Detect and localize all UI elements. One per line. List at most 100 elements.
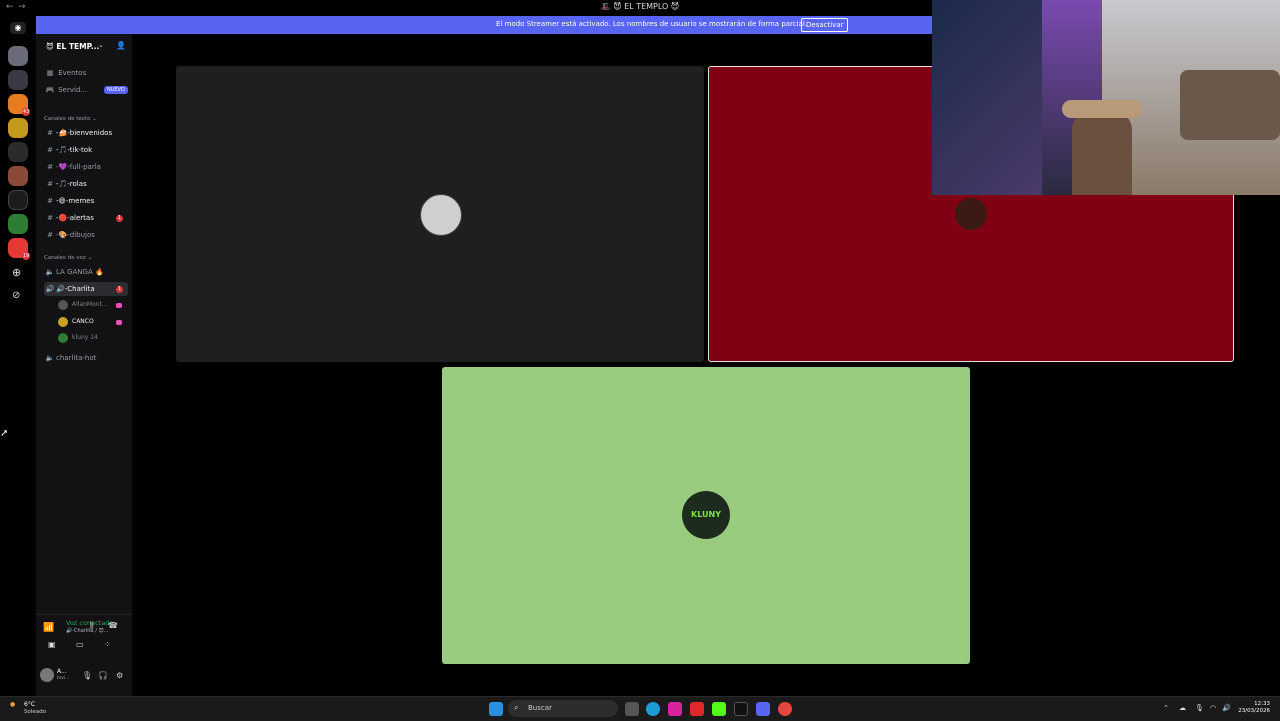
server-icon[interactable] xyxy=(8,214,28,234)
channel-alertas[interactable]: # -🔴-alertas xyxy=(44,211,94,225)
task-view-icon[interactable] xyxy=(625,702,639,716)
voice-user[interactable]: kluny 14 xyxy=(58,331,98,345)
hash-icon: # xyxy=(47,231,53,239)
avatar[interactable] xyxy=(40,668,54,682)
banner-message: El modo Streamer está activado. Los nomb… xyxy=(496,20,808,28)
noise-suppression-icon[interactable]: ⫼ xyxy=(90,621,94,631)
voice-user-name: AllanMont... xyxy=(72,301,108,308)
server-icon[interactable] xyxy=(8,142,28,162)
server-header[interactable]: 😈 EL TEMP... ⌄ 👤 xyxy=(36,34,132,60)
voice-channels-category[interactable]: Canales de voz ⌄ xyxy=(44,255,92,261)
gear-icon[interactable]: ⚙ xyxy=(116,671,123,680)
invite-user-icon[interactable]: 👤 xyxy=(116,41,126,50)
channel-full-parla[interactable]: # -💜-full-parla xyxy=(44,160,101,174)
server-list: ◉ 43 19 ⊕ ⊘ xyxy=(0,16,36,696)
voice-user-name: CANCO xyxy=(72,318,94,325)
discord-icon[interactable] xyxy=(756,702,770,716)
channel-label: -🍰-bienvenidos xyxy=(56,129,113,137)
youtube-icon[interactable] xyxy=(690,702,704,716)
user-status: Invi... xyxy=(57,676,70,681)
disconnect-icon[interactable]: ☎ xyxy=(108,621,118,630)
add-server-icon[interactable]: ⊕ xyxy=(12,266,21,279)
channel-label: charlita-hot xyxy=(56,354,97,362)
hash-icon: # xyxy=(47,163,53,171)
windows-start-icon[interactable] xyxy=(489,702,503,716)
channel-label: 🔊-Charlita xyxy=(56,285,95,293)
weather-widget[interactable]: ● 6°C Soleado xyxy=(10,701,46,715)
channel-dibujos[interactable]: # -🎨-dibujos xyxy=(44,228,95,242)
channel-label: -🎨-dibujos xyxy=(56,231,95,239)
chrome-icon[interactable] xyxy=(778,702,792,716)
live-indicator-icon xyxy=(116,303,122,308)
server-guide-item[interactable]: 🎮 Servid... NUEVO xyxy=(44,83,130,97)
taskbar-search[interactable]: ⌕ Buscar xyxy=(508,700,618,717)
headphones-icon[interactable]: 🎧 xyxy=(98,671,108,680)
events-item[interactable]: ▦ Eventos xyxy=(44,66,87,80)
clock[interactable]: 12:33 23/03/2026 xyxy=(1238,701,1270,715)
voice-status-panel: 📶 Voz conectada 🔊-Charlita / 😈... ⫼ ☎ ▣ … xyxy=(36,614,132,655)
chevron-up-icon[interactable]: ⌃ xyxy=(1163,704,1169,712)
voice-user-name: kluny 14 xyxy=(72,334,98,341)
mouse-cursor-icon: ➚ xyxy=(0,428,9,439)
channel-memes[interactable]: # -😄-memes xyxy=(44,194,94,208)
explore-icon[interactable]: ⊘ xyxy=(12,290,20,301)
channel-sidebar: 😈 EL TEMP... ⌄ 👤 ▦ Eventos 🎮 Servid... N… xyxy=(36,34,132,696)
volume-icon[interactable]: 🔊 xyxy=(1222,704,1231,712)
speaker-icon: 🔈 xyxy=(45,354,55,362)
taskbar: ● 6°C Soleado ⌕ Buscar ⌃ ☁ 🎙 ◠ 🔊 12:33 2… xyxy=(0,696,1280,721)
speaker-icon: 🔈 xyxy=(45,268,55,276)
clock-time: 12:33 xyxy=(1254,701,1270,707)
wifi-icon[interactable]: ◠ xyxy=(1210,704,1216,712)
channel-label: -😄-memes xyxy=(56,197,95,205)
weather-icon: ● xyxy=(10,701,16,708)
text-channels-category[interactable]: Canales de texto ⌄ xyxy=(44,116,97,122)
chevron-down-icon[interactable]: ⌄ xyxy=(98,41,104,49)
channel-bienvenidos[interactable]: # -🍰-bienvenidos xyxy=(44,126,112,140)
events-label: Eventos xyxy=(58,69,87,77)
deactivate-button[interactable]: Desactivar xyxy=(801,18,849,32)
avatar xyxy=(58,316,68,327)
screen-share-icon[interactable]: ▭ xyxy=(76,640,84,649)
server-icon[interactable]: 43 xyxy=(8,94,30,116)
server-icon[interactable] xyxy=(8,118,28,138)
voice-user[interactable]: CANCO xyxy=(58,315,94,329)
hash-icon: # xyxy=(47,197,53,205)
channel-rolas[interactable]: # -🎵-rolas xyxy=(44,177,87,191)
webcam-overlay xyxy=(932,0,1280,195)
server-icon[interactable] xyxy=(8,190,28,210)
channel-tik-tok[interactable]: # -🎵-tik-tok xyxy=(44,143,92,157)
video-tile[interactable] xyxy=(176,66,704,362)
server-icon[interactable] xyxy=(8,70,28,90)
voice-channel-la-ganga[interactable]: 🔈 LA GANGA 🔥 xyxy=(44,265,104,279)
mic-icon[interactable]: 🎙 xyxy=(1195,704,1204,712)
user-panel: A... Invi... 🎙 🎧 ⚙ xyxy=(36,664,132,690)
discord-home-icon[interactable]: ◉ xyxy=(10,22,26,34)
avatar xyxy=(955,198,987,230)
hash-icon: # xyxy=(47,146,53,154)
activities-icon[interactable]: ⁘ xyxy=(104,640,111,649)
channel-charlita-hot[interactable]: 🔈 charlita-hot xyxy=(44,351,97,365)
microphone-icon[interactable]: 🎙 xyxy=(82,671,92,680)
cloud-icon[interactable]: ☁ xyxy=(1179,704,1186,712)
server-icon[interactable]: 19 xyxy=(8,238,30,260)
mention-badge: 1 xyxy=(116,215,123,222)
search-label: Buscar xyxy=(528,704,552,712)
hash-icon: # xyxy=(47,214,53,222)
video-tile[interactable]: KLUNY xyxy=(442,367,970,664)
kick-icon[interactable] xyxy=(712,702,726,716)
avatar xyxy=(58,332,68,343)
unread-badge: 19 xyxy=(22,252,30,260)
voice-user[interactable]: AllanMont... xyxy=(58,298,108,312)
new-badge: NUEVO xyxy=(104,86,128,94)
server-icon[interactable] xyxy=(8,46,28,66)
hash-icon: # xyxy=(47,180,53,188)
tiktok-icon[interactable] xyxy=(734,702,748,716)
instagram-icon[interactable] xyxy=(668,702,682,716)
voice-channel-link[interactable]: 🔊-Charlita / 😈... xyxy=(66,628,108,634)
hash-icon: # xyxy=(47,129,53,137)
camera-off-icon[interactable]: ▣ xyxy=(48,640,56,649)
edge-icon[interactable] xyxy=(646,702,660,716)
search-icon: ⌕ xyxy=(514,703,519,712)
server-icon[interactable] xyxy=(8,166,28,186)
channel-label: -🎵-tik-tok xyxy=(56,146,93,154)
